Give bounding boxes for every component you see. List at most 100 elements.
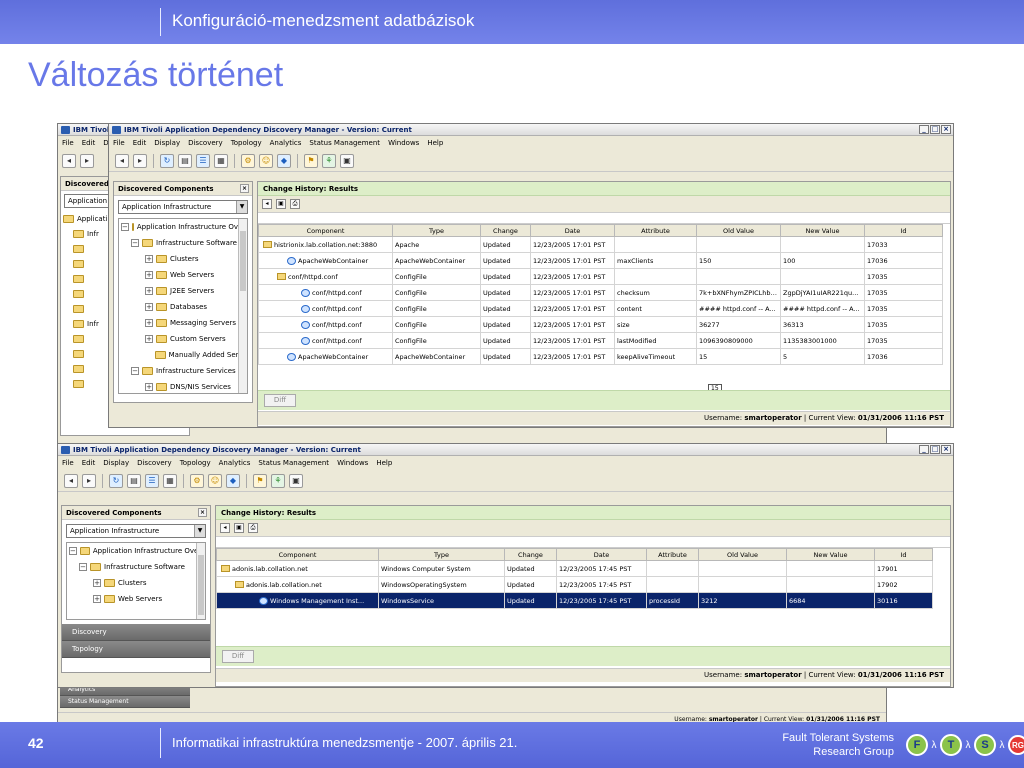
save-icon[interactable]: ▣ (234, 523, 244, 533)
tree-node[interactable]: − Infrastructure Software (119, 235, 247, 251)
save-icon[interactable]: ▣ (276, 199, 286, 209)
expand-toggle-icon[interactable]: − (79, 563, 87, 571)
minimize-button[interactable]: _ (919, 445, 929, 454)
tree-node[interactable]: + Databases (119, 299, 247, 315)
topology-icon[interactable]: ⚙ (241, 153, 255, 168)
tree-view-icon[interactable]: ☰ (145, 473, 159, 488)
forward-button[interactable]: ▸ (133, 153, 147, 168)
tree-node[interactable]: + Web Servers (67, 591, 205, 607)
column-header[interactable]: New Value (786, 548, 875, 561)
discovery-icon[interactable]: ⚘ (322, 153, 336, 168)
close-button[interactable]: × (941, 445, 951, 454)
expand-toggle-icon[interactable]: − (121, 223, 129, 231)
tree-node[interactable]: − Infrastructure Services (119, 363, 247, 379)
column-header[interactable]: Id (874, 548, 933, 561)
tree-node[interactable]: − Application Infrastructure Ove... (67, 543, 205, 559)
tree-node[interactable]: + Clusters (119, 251, 247, 267)
table-row[interactable]: conf/httpd.conf ConfigFile Updated 12/23/20… (258, 332, 943, 349)
tree-node[interactable]: Manually Added Serve (119, 347, 247, 363)
view-select[interactable]: Application Infrastructure ▼ (66, 524, 206, 538)
table-row[interactable]: conf/httpd.conf ConfigFile Updated 12/23/20… (258, 268, 943, 285)
menu-windows[interactable]: Windows (388, 139, 419, 147)
back-button[interactable]: ◂ (62, 154, 76, 168)
table-row[interactable]: conf/httpd.conf ConfigFile Updated 12/23/20… (258, 284, 943, 301)
cube-icon[interactable]: ◆ (226, 473, 240, 488)
menu-windows[interactable]: Windows (337, 459, 368, 467)
tree-node[interactable]: + J2EE Servers (119, 283, 247, 299)
app-window-windows[interactable]: IBM Tivoli Application Dependency Discov… (57, 443, 954, 688)
menu-file[interactable]: File (62, 139, 74, 147)
window-titlebar[interactable]: IBM Tivoli Application Dependency Discov… (58, 444, 953, 456)
menu-status-management[interactable]: Status Management (309, 139, 380, 147)
users-icon[interactable]: ☺ (259, 153, 273, 168)
forward-button[interactable]: ▸ (82, 473, 96, 488)
column-header[interactable]: Change (480, 224, 531, 237)
cube-icon[interactable]: ◆ (277, 153, 291, 168)
tree-node[interactable]: + Messaging Servers (119, 315, 247, 331)
menu-edit[interactable]: Edit (133, 139, 147, 147)
tree-node[interactable]: − Application Infrastructure Ove... (119, 219, 247, 235)
table-icon[interactable]: ▦ (214, 153, 228, 168)
nav-discovery[interactable]: Discovery (62, 624, 210, 641)
topology-icon[interactable]: ⚙ (190, 473, 204, 488)
column-header[interactable]: Old Value (696, 224, 781, 237)
discovery-icon[interactable]: ⚘ (271, 473, 285, 488)
column-header[interactable]: Date (530, 224, 615, 237)
report-icon[interactable]: ▣ (340, 153, 354, 168)
column-header[interactable]: Old Value (698, 548, 787, 561)
refresh-icon[interactable]: ↻ (109, 473, 123, 488)
menu-file[interactable]: File (62, 459, 74, 467)
column-header[interactable]: New Value (780, 224, 865, 237)
print-icon[interactable]: ⎙ (248, 523, 258, 533)
table-row[interactable]: Windows Management Inst... WindowsService… (216, 592, 933, 609)
table-row[interactable]: ApacheWebContainer ApacheWebContainer Upda… (258, 252, 943, 269)
column-header[interactable]: Date (556, 548, 647, 561)
column-header[interactable]: Attribute (646, 548, 699, 561)
menu-file[interactable]: File (113, 139, 125, 147)
table-row[interactable]: histrionix.lab.collation.net:3880 Apache U… (258, 236, 943, 253)
menu-analytics[interactable]: Analytics (219, 459, 251, 467)
maximize-button[interactable]: □ (930, 125, 940, 134)
menu-help[interactable]: Help (376, 459, 392, 467)
table-row[interactable]: conf/httpd.conf ConfigFile Updated 12/23/20… (258, 300, 943, 317)
expand-toggle-icon[interactable] (145, 351, 153, 359)
tree-node[interactable]: + DNS/NIS Services (119, 379, 247, 393)
column-header[interactable]: Attribute (614, 224, 697, 237)
vertical-scrollbar[interactable] (238, 219, 247, 393)
back-button[interactable]: ◂ (115, 153, 129, 168)
report-icon[interactable]: ▣ (289, 473, 303, 488)
chevron-down-icon[interactable]: ▼ (194, 525, 205, 537)
diff-button[interactable]: Diff (264, 394, 296, 407)
column-header[interactable]: Id (864, 224, 943, 237)
panel-icon[interactable]: ▤ (178, 153, 192, 168)
expand-toggle-icon[interactable]: + (145, 287, 153, 295)
menu-display[interactable]: Display (154, 139, 180, 147)
expand-toggle-icon[interactable]: − (131, 239, 139, 247)
tree-node[interactable]: − Infrastructure Software (67, 559, 205, 575)
column-header[interactable]: Component (216, 548, 379, 561)
nav-topology[interactable]: Topology (62, 641, 210, 658)
expand-toggle-icon[interactable]: + (145, 303, 153, 311)
print-icon[interactable]: ⎙ (290, 199, 300, 209)
back-button[interactable]: ◂ (64, 473, 78, 488)
app-window-apache[interactable]: IBM Tivoli Application Dependency Discov… (108, 123, 954, 428)
expand-toggle-icon[interactable]: + (93, 579, 101, 587)
menu-display[interactable]: Display (103, 459, 129, 467)
back-icon[interactable]: ◂ (220, 523, 230, 533)
chevron-down-icon[interactable]: ▼ (236, 201, 247, 213)
vertical-scrollbar[interactable] (196, 543, 205, 619)
tree-node[interactable]: + Custom Servers (119, 331, 247, 347)
expand-toggle-icon[interactable]: + (145, 383, 153, 391)
menu-help[interactable]: Help (427, 139, 443, 147)
nav-status-management[interactable]: Status Management (60, 696, 190, 708)
close-icon[interactable]: × (240, 184, 249, 193)
menu-analytics[interactable]: Analytics (270, 139, 302, 147)
diff-button[interactable]: Diff (222, 650, 254, 663)
maximize-button[interactable]: □ (930, 445, 940, 454)
refresh-icon[interactable]: ↻ (160, 153, 174, 168)
menu-discovery[interactable]: Discovery (188, 139, 223, 147)
expand-toggle-icon[interactable]: + (145, 335, 153, 343)
close-icon[interactable]: × (198, 508, 207, 517)
analyze-icon[interactable]: ⚑ (304, 153, 318, 168)
analyze-icon[interactable]: ⚑ (253, 473, 267, 488)
